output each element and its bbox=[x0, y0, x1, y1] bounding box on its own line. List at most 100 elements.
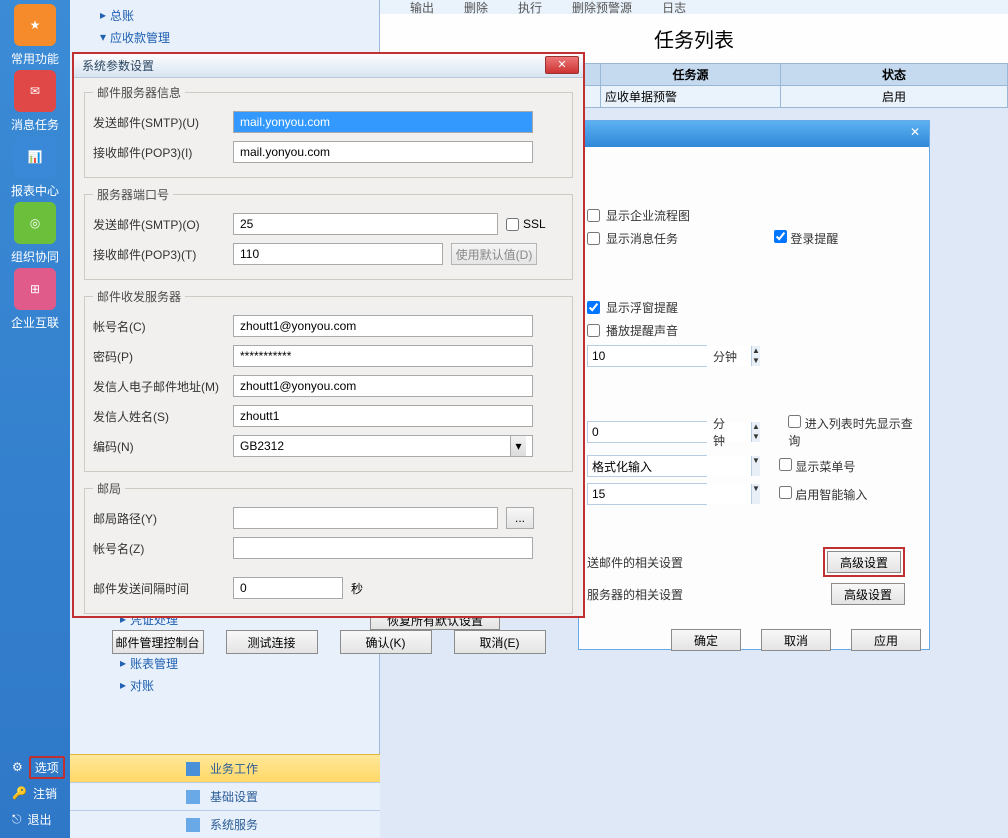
minutes-field-2[interactable]: ▲▼ bbox=[587, 421, 707, 443]
grid-icon: ⊞ bbox=[14, 268, 56, 310]
chk-sound[interactable] bbox=[587, 324, 600, 337]
path-input[interactable] bbox=[233, 507, 498, 529]
chk-float[interactable] bbox=[587, 301, 600, 314]
unit-label: 分钟 bbox=[713, 348, 737, 365]
ok-button[interactable]: 确定 bbox=[671, 629, 741, 651]
label-interval: 邮件发送间隔时间 bbox=[93, 580, 233, 597]
label-account: 帐号名(C) bbox=[93, 318, 233, 335]
minutes-field-1[interactable]: ▲▼ bbox=[587, 345, 707, 367]
tab-system[interactable]: 系统服务 bbox=[70, 810, 380, 838]
encoding-combo[interactable]: GB2312 ▾ bbox=[233, 435, 533, 457]
advanced-mail-button[interactable]: 高级设置 bbox=[827, 551, 901, 573]
test-connection-button[interactable]: 测试连接 bbox=[226, 630, 318, 654]
use-default-button[interactable]: 使用默认值(D) bbox=[451, 243, 537, 265]
sidebar-item-common[interactable]: ★ 常用功能 bbox=[0, 2, 70, 68]
spin-down-icon[interactable]: ▼ bbox=[751, 356, 760, 366]
settings-panel: ✕ 显示企业流程图 显示消息任务 登录提醒 显示浮窗提醒 播放提醒声音 ▲▼ 分… bbox=[578, 120, 930, 650]
account-input[interactable] bbox=[233, 315, 533, 337]
chk-msg[interactable] bbox=[587, 232, 600, 245]
close-icon[interactable]: ✕ bbox=[907, 125, 923, 141]
ssl-checkbox[interactable] bbox=[506, 218, 519, 231]
cancel-button[interactable]: 取消(E) bbox=[454, 630, 546, 654]
password-input[interactable] bbox=[233, 345, 533, 367]
sidebar-bottom: ⚙ 选项 🔑 注销 ⎋ 退出 bbox=[0, 754, 70, 832]
toolbar-log[interactable]: 日志 bbox=[662, 0, 686, 14]
cell: 应收单据预警 bbox=[601, 86, 781, 108]
tab-label: 业务工作 bbox=[210, 760, 258, 777]
close-button[interactable]: ✕ bbox=[545, 56, 579, 74]
chk-menu[interactable] bbox=[779, 458, 792, 471]
exit-button[interactable]: ⎋ 退出 bbox=[0, 806, 70, 832]
tab-business[interactable]: 业务工作 bbox=[70, 754, 380, 782]
pop3-input[interactable] bbox=[233, 141, 533, 163]
label: 登录提醒 bbox=[790, 232, 838, 246]
mail-icon: ✉ bbox=[14, 70, 56, 112]
sidebar-item-report[interactable]: 📊 报表中心 bbox=[0, 134, 70, 200]
chevron-down-icon: ▾ bbox=[510, 436, 526, 456]
toolbar-export[interactable]: 输出 bbox=[410, 0, 434, 14]
tree-node-recon[interactable]: ▸ 对账 bbox=[120, 674, 379, 696]
toolbar-del-alarm[interactable]: 删除预警源 bbox=[572, 0, 632, 14]
confirm-button[interactable]: 确认(K) bbox=[340, 630, 432, 654]
spin-up-icon[interactable]: ▲ bbox=[751, 346, 760, 356]
options-label: 选项 bbox=[29, 756, 65, 779]
chk-flow[interactable] bbox=[587, 209, 600, 222]
spin-down-icon[interactable]: ▼ bbox=[751, 432, 760, 442]
toolbar-delete[interactable]: 删除 bbox=[464, 0, 488, 14]
account2-input[interactable] bbox=[233, 537, 533, 559]
sidebar-item-org[interactable]: ◎ 组织协同 bbox=[0, 200, 70, 266]
sidebar-item-enterprise[interactable]: ⊞ 企业互联 bbox=[0, 266, 70, 332]
advanced-server-button[interactable]: 高级设置 bbox=[831, 583, 905, 605]
gear-icon bbox=[186, 790, 200, 804]
chevron-down-icon[interactable]: ▼ bbox=[751, 456, 760, 476]
chk-query[interactable] bbox=[788, 415, 801, 428]
interval-input[interactable] bbox=[233, 577, 343, 599]
pop3-port-input[interactable] bbox=[233, 243, 443, 265]
tree-label: 对账 bbox=[130, 677, 154, 694]
browse-button[interactable]: ... bbox=[506, 507, 534, 529]
tab-icon bbox=[186, 762, 200, 776]
nav-footer-tabs: 业务工作 基础设置 系统服务 bbox=[70, 754, 380, 838]
chk-smart[interactable] bbox=[779, 486, 792, 499]
chevron-down-icon[interactable]: ▼ bbox=[751, 484, 760, 504]
label-pop3: 接收邮件(POP3)(I) bbox=[93, 144, 233, 161]
from-input[interactable] bbox=[233, 375, 533, 397]
format-combo[interactable]: ▼ bbox=[587, 455, 707, 477]
tree-node-ar[interactable]: ▾ 应收款管理 bbox=[100, 26, 379, 48]
pagesize-combo[interactable]: ▼ bbox=[587, 483, 707, 505]
left-sidebar: ★ 常用功能 ✉ 消息任务 📊 报表中心 ◎ 组织协同 ⊞ 企业互联 ⚙ 选项 … bbox=[0, 0, 70, 838]
cancel-button[interactable]: 取消 bbox=[761, 629, 831, 651]
options-button[interactable]: ⚙ 选项 bbox=[0, 754, 70, 780]
col-status: 状态 bbox=[781, 64, 1008, 86]
input[interactable] bbox=[588, 456, 751, 476]
expander-icon: ▸ bbox=[120, 678, 126, 692]
star-icon: ★ bbox=[14, 4, 56, 46]
legend: 邮局 bbox=[93, 480, 125, 497]
logout-button[interactable]: 🔑 注销 bbox=[0, 780, 70, 806]
tab-basic[interactable]: 基础设置 bbox=[70, 782, 380, 810]
smtp-port-input[interactable] bbox=[233, 213, 498, 235]
tree-label: 总账 bbox=[110, 7, 134, 24]
label: 播放提醒声音 bbox=[606, 322, 678, 339]
unit-seconds: 秒 bbox=[351, 580, 363, 597]
label: 进入列表时先显示查询 bbox=[788, 417, 912, 448]
toolbar-run[interactable]: 执行 bbox=[518, 0, 542, 14]
mail-console-button[interactable]: 邮件管理控制台 bbox=[112, 630, 204, 654]
smtp-input[interactable] bbox=[233, 111, 533, 133]
chk-login[interactable] bbox=[774, 230, 787, 243]
sender-input[interactable] bbox=[233, 405, 533, 427]
top-toolbar: 输出 删除 执行 删除预警源 日志 bbox=[380, 0, 1008, 14]
tree-node-gl[interactable]: ▸ 总账 bbox=[100, 4, 379, 26]
key-icon: 🔑 bbox=[12, 786, 27, 800]
tab-label: 基础设置 bbox=[210, 788, 258, 805]
gear-icon: ⚙ bbox=[12, 760, 23, 774]
spin-up-icon[interactable]: ▲ bbox=[751, 422, 760, 432]
expander-icon: ▸ bbox=[100, 8, 106, 22]
sidebar-item-message[interactable]: ✉ 消息任务 bbox=[0, 68, 70, 134]
legend: 服务器端口号 bbox=[93, 186, 173, 203]
input[interactable] bbox=[588, 484, 751, 504]
apply-button[interactable]: 应用 bbox=[851, 629, 921, 651]
label-account2: 帐号名(Z) bbox=[93, 540, 233, 557]
label-pop3port: 接收邮件(POP3)(T) bbox=[93, 246, 233, 263]
group-mailserver: 邮件服务器信息 发送邮件(SMTP)(U) 接收邮件(POP3)(I) bbox=[84, 84, 573, 178]
